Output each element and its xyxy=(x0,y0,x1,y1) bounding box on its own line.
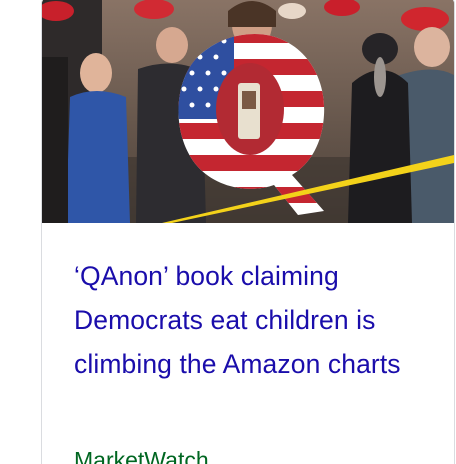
news-thumbnail[interactable] xyxy=(42,0,454,223)
news-source: MarketWatch xyxy=(74,447,209,464)
news-headline-link[interactable]: ‘QAnon’ book claiming Democrats eat chil… xyxy=(74,254,426,386)
news-thumbnail-image xyxy=(42,0,454,223)
page: ‘QAnon’ book claiming Democrats eat chil… xyxy=(0,0,456,464)
news-card[interactable]: ‘QAnon’ book claiming Democrats eat chil… xyxy=(41,0,455,464)
